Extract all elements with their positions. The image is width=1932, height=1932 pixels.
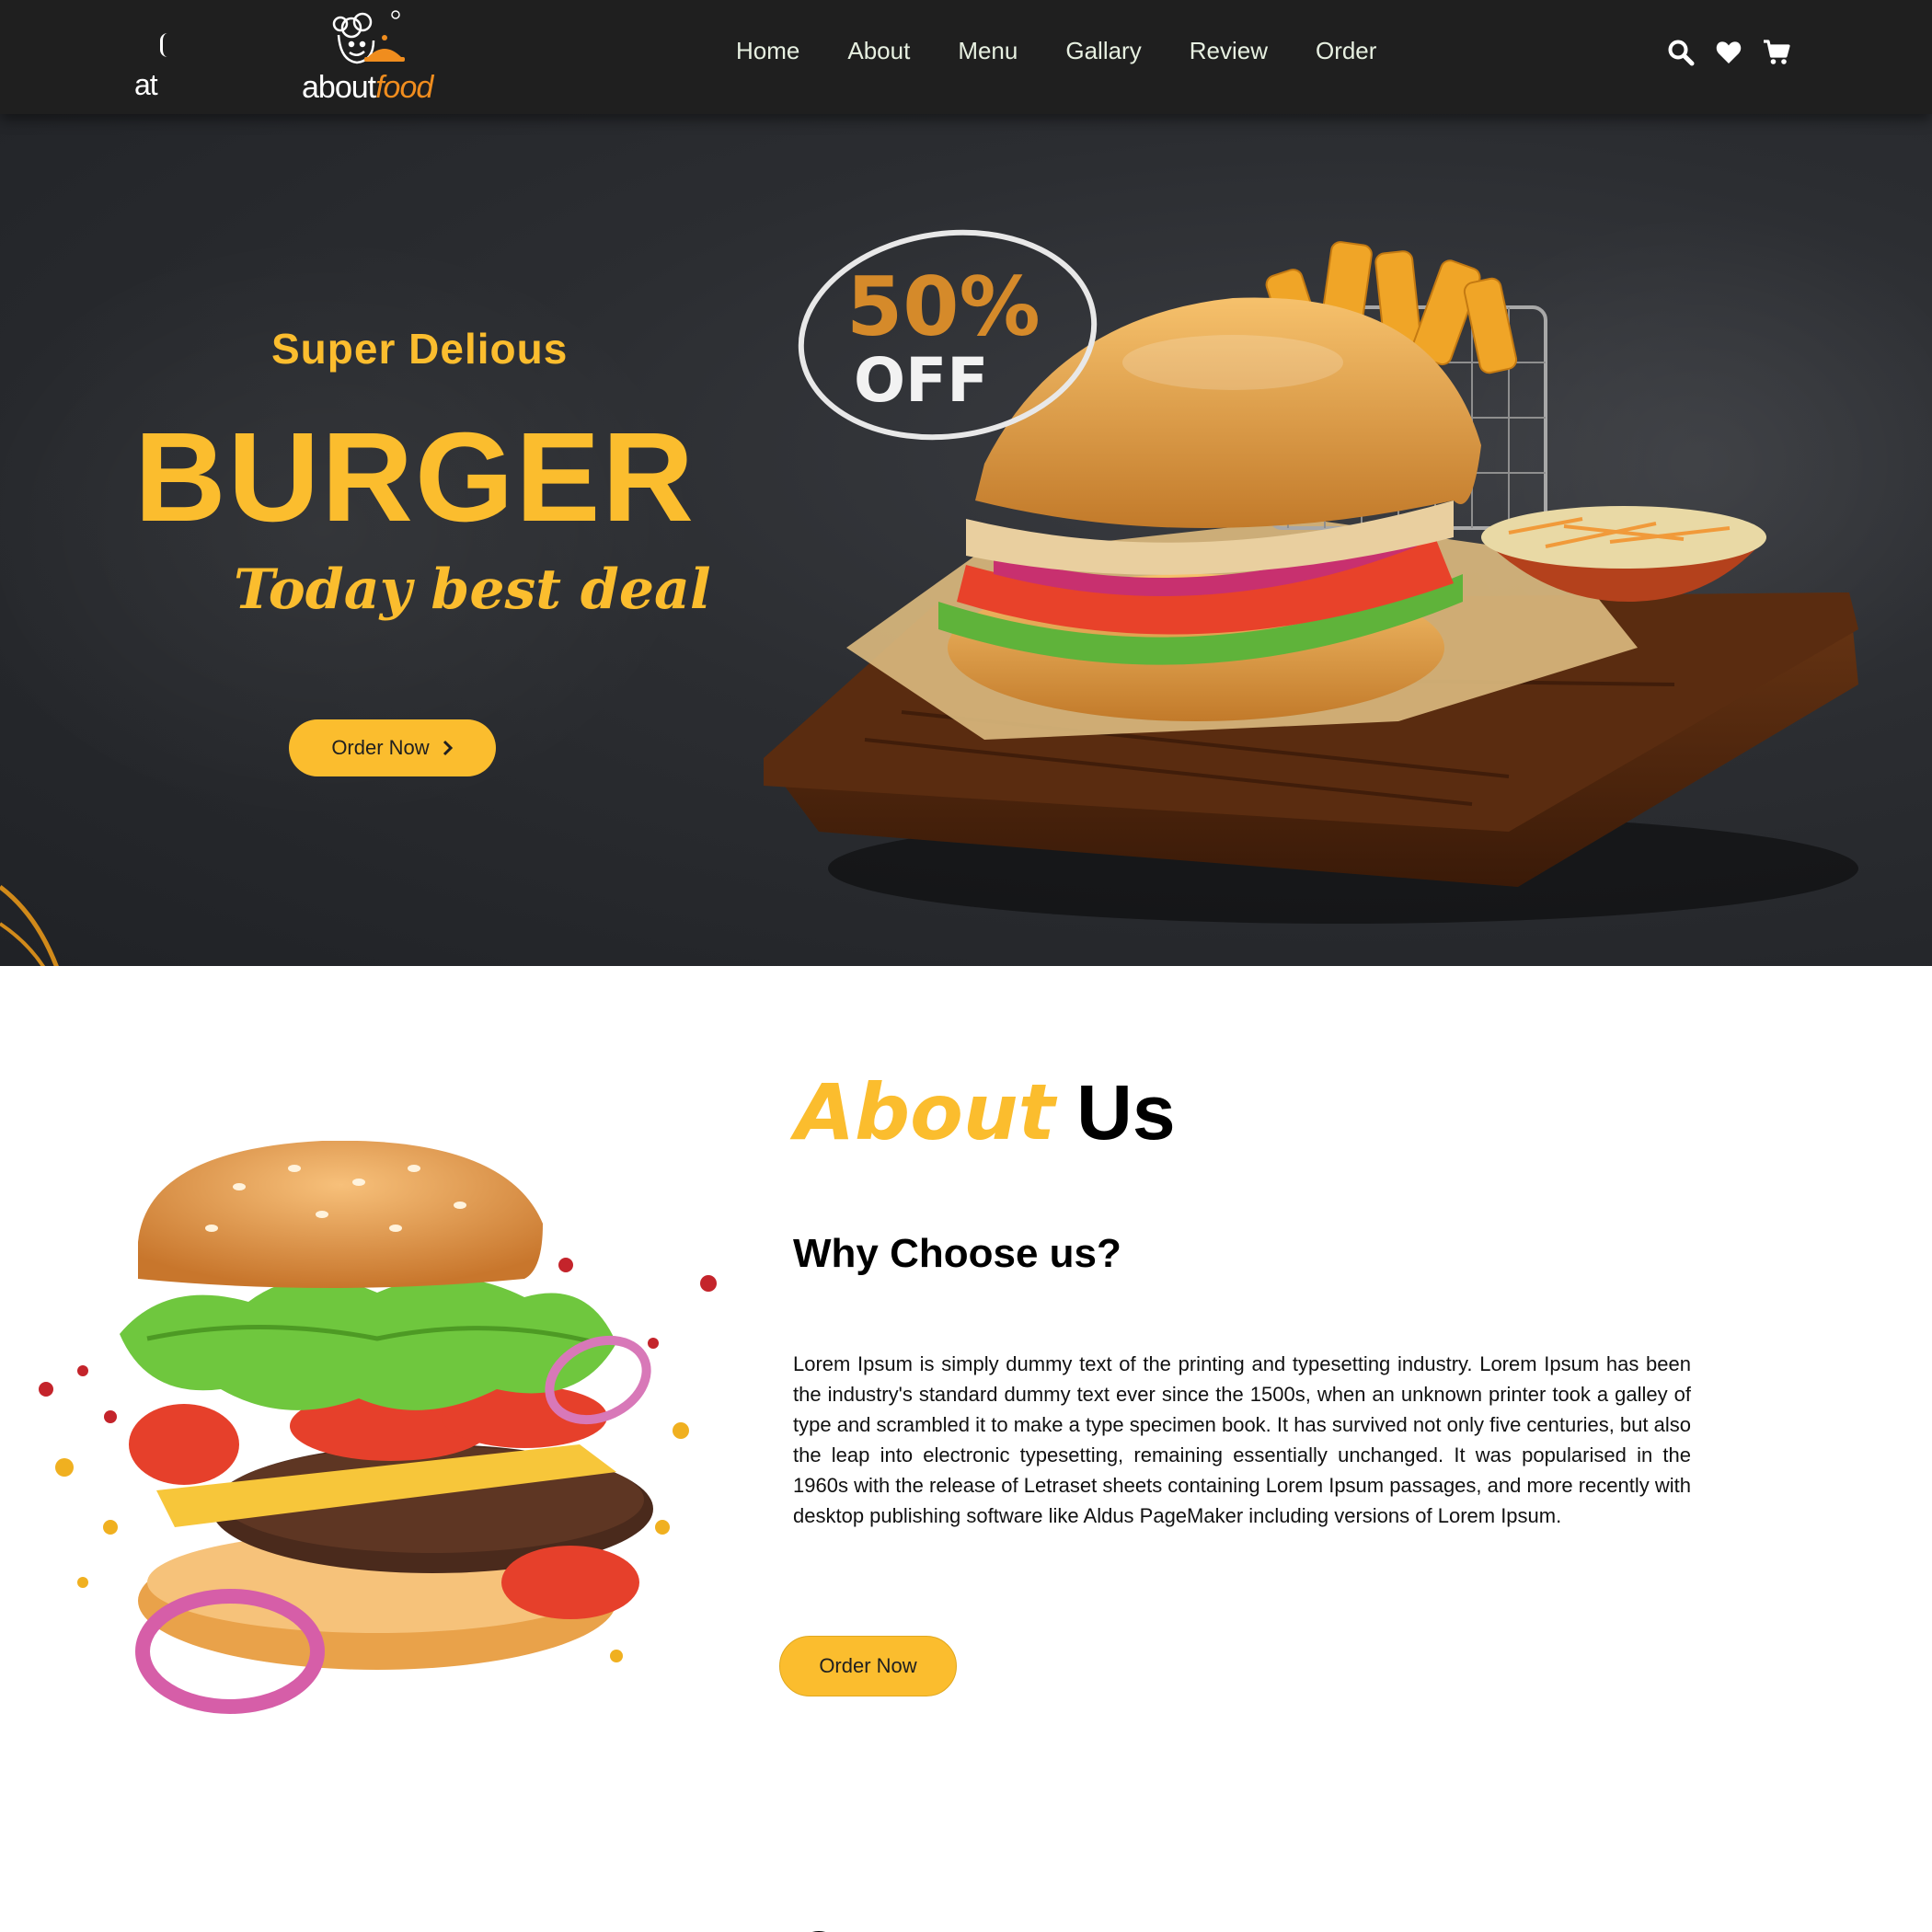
brand-wordmark-about: about bbox=[302, 70, 376, 105]
brand-mini-text: at bbox=[134, 68, 158, 101]
nav-link-home[interactable]: Home bbox=[736, 37, 799, 65]
brand-wordmark-food: food bbox=[375, 70, 433, 105]
next-section-title-peek bbox=[812, 1931, 825, 1932]
hero-banner: Super Delious BURGER Today best deal Ord… bbox=[0, 114, 1932, 966]
chef-mascot-icon bbox=[332, 10, 405, 64]
about-burger-illustration bbox=[39, 1141, 717, 1714]
hero-subtitle: Super Delious bbox=[271, 325, 569, 373]
search-icon[interactable] bbox=[1667, 39, 1695, 66]
about-order-now-button[interactable]: Order Now bbox=[779, 1636, 957, 1696]
brand-mini-mark bbox=[160, 33, 167, 57]
brand-wordmark: aboutfood bbox=[302, 70, 433, 106]
page: at aboutfood Home About Menu Gallary Rev… bbox=[0, 0, 1932, 1932]
nav-link-order[interactable]: Order bbox=[1316, 37, 1376, 65]
nav-link-gallary[interactable]: Gallary bbox=[1065, 37, 1141, 65]
about-section-title: About Us bbox=[795, 1067, 1176, 1157]
brand-logo[interactable]: aboutfood bbox=[300, 7, 447, 106]
hero-title: BURGER bbox=[134, 407, 696, 548]
discount-off-text: OFF bbox=[854, 345, 988, 416]
cart-icon[interactable] bbox=[1763, 39, 1790, 66]
about-title-highlight: About bbox=[795, 1067, 1055, 1157]
about-paragraph: Lorem Ipsum is simply dummy text of the … bbox=[793, 1352, 1691, 1527]
hero-tagline: Today best deal bbox=[234, 558, 711, 622]
nav-icon-group bbox=[1667, 39, 1790, 66]
hero-order-now-label: Order Now bbox=[331, 736, 430, 759]
about-title-rest: Us bbox=[1076, 1069, 1176, 1156]
about-heading: Why Choose us? bbox=[793, 1231, 1121, 1276]
top-navbar: at aboutfood Home About Menu Gallary Rev… bbox=[0, 0, 1932, 114]
nav-link-menu[interactable]: Menu bbox=[958, 37, 1018, 65]
nav-link-about[interactable]: About bbox=[847, 37, 910, 65]
hero-burger-illustration: 50% OFF bbox=[764, 229, 1858, 924]
hero-order-now-button[interactable]: Order Now bbox=[289, 719, 496, 776]
heart-icon[interactable] bbox=[1715, 39, 1742, 66]
brand-mini-logo[interactable]: at bbox=[134, 33, 180, 101]
discount-percent-text: 50% bbox=[846, 259, 1041, 354]
wheat-decoration-icon bbox=[0, 885, 59, 966]
chevron-right-icon bbox=[443, 740, 453, 756]
main-menu: Home About Menu Gallary Review Order bbox=[736, 37, 1424, 65]
nav-link-review[interactable]: Review bbox=[1190, 37, 1268, 65]
